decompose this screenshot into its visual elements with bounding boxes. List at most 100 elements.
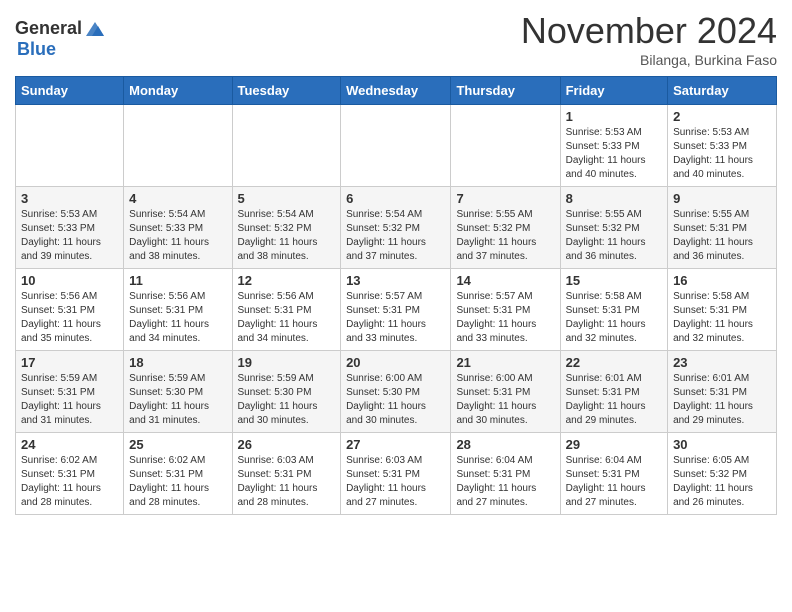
day-number: 23 [673,355,771,370]
day-info: Sunrise: 5:55 AM Sunset: 5:32 PM Dayligh… [566,208,662,264]
day-number: 2 [673,109,771,124]
calendar-cell: 20 Sunrise: 6:00 AM Sunset: 5:30 PM Dayli… [341,351,451,433]
day-number: 3 [21,191,118,206]
calendar-cell: 30Sunrise: 6:05 AM Sunset: 5:32 PM Dayli… [668,433,777,515]
day-info: Sunrise: 5:57 AM Sunset: 5:31 PM Dayligh… [346,290,445,346]
day-number: 26 [238,437,336,452]
day-info: Sunrise: 6:00 AM Sunset: 5:30 PM Dayligh… [346,372,445,428]
day-number: 16 [673,273,771,288]
calendar-header-thursday: Thursday [451,77,560,105]
day-info: Sunrise: 5:53 AM Sunset: 5:33 PM Dayligh… [566,126,662,182]
calendar-cell: 3 Sunrise: 5:53 AM Sunset: 5:33 PM Daylig… [16,187,124,269]
calendar-cell: 2 Sunrise: 5:53 AM Sunset: 5:33 PM Daylig… [668,105,777,187]
day-number: 27 [346,437,445,452]
calendar-cell: 8 Sunrise: 5:55 AM Sunset: 5:32 PM Daylig… [560,187,667,269]
day-number: 5 [238,191,336,206]
day-info: Sunrise: 5:53 AM Sunset: 5:33 PM Dayligh… [673,126,771,182]
day-info: Sunrise: 5:58 AM Sunset: 5:31 PM Dayligh… [566,290,662,346]
calendar-cell: 21Sunrise: 6:00 AM Sunset: 5:31 PM Dayli… [451,351,560,433]
day-info: Sunrise: 6:01 AM Sunset: 5:31 PM Dayligh… [566,372,662,428]
calendar-cell [451,105,560,187]
calendar-cell: 1 Sunrise: 5:53 AM Sunset: 5:33 PM Daylig… [560,105,667,187]
calendar-week-4: 17 Sunrise: 5:59 AM Sunset: 5:31 PM Dayli… [16,351,777,433]
day-number: 14 [456,273,554,288]
day-number: 18 [129,355,226,370]
day-info: Sunrise: 6:02 AM Sunset: 5:31 PM Dayligh… [21,454,118,510]
calendar-cell: 14 Sunrise: 5:57 AM Sunset: 5:31 PM Dayli… [451,269,560,351]
calendar-cell: 15 Sunrise: 5:58 AM Sunset: 5:31 PM Dayli… [560,269,667,351]
logo-icon [84,18,106,40]
day-info: Sunrise: 5:58 AM Sunset: 5:31 PM Dayligh… [673,290,771,346]
calendar-cell: 5 Sunrise: 5:54 AM Sunset: 5:32 PM Daylig… [232,187,341,269]
day-number: 13 [346,273,445,288]
calendar-cell: 19 Sunrise: 5:59 AM Sunset: 5:30 PM Dayli… [232,351,341,433]
day-info: Sunrise: 5:55 AM Sunset: 5:31 PM Dayligh… [673,208,771,264]
day-info: Sunrise: 5:54 AM Sunset: 5:32 PM Dayligh… [346,208,445,264]
location-subtitle: Bilanga, Burkina Faso [521,52,777,68]
page: General Blue November 2024 Bilanga, Burk… [0,0,792,530]
calendar-cell: 24Sunrise: 6:02 AM Sunset: 5:31 PM Dayli… [16,433,124,515]
day-info: Sunrise: 5:59 AM Sunset: 5:30 PM Dayligh… [238,372,336,428]
day-number: 19 [238,355,336,370]
day-info: Sunrise: 6:04 AM Sunset: 5:31 PM Dayligh… [566,454,662,510]
calendar-cell: 26Sunrise: 6:03 AM Sunset: 5:31 PM Dayli… [232,433,341,515]
calendar-cell [124,105,232,187]
calendar-header-saturday: Saturday [668,77,777,105]
day-info: Sunrise: 6:02 AM Sunset: 5:31 PM Dayligh… [129,454,226,510]
day-info: Sunrise: 5:56 AM Sunset: 5:31 PM Dayligh… [129,290,226,346]
calendar-cell: 17 Sunrise: 5:59 AM Sunset: 5:31 PM Dayli… [16,351,124,433]
calendar-week-1: 1 Sunrise: 5:53 AM Sunset: 5:33 PM Daylig… [16,105,777,187]
day-number: 20 [346,355,445,370]
day-number: 29 [566,437,662,452]
calendar-header-row: SundayMondayTuesdayWednesdayThursdayFrid… [16,77,777,105]
day-number: 1 [566,109,662,124]
day-info: Sunrise: 5:57 AM Sunset: 5:31 PM Dayligh… [456,290,554,346]
day-info: Sunrise: 5:59 AM Sunset: 5:31 PM Dayligh… [21,372,118,428]
day-info: Sunrise: 5:56 AM Sunset: 5:31 PM Dayligh… [21,290,118,346]
calendar-cell [232,105,341,187]
calendar-week-5: 24Sunrise: 6:02 AM Sunset: 5:31 PM Dayli… [16,433,777,515]
calendar-cell: 11 Sunrise: 5:56 AM Sunset: 5:31 PM Dayli… [124,269,232,351]
calendar-header-wednesday: Wednesday [341,77,451,105]
calendar-cell [16,105,124,187]
day-number: 4 [129,191,226,206]
day-number: 25 [129,437,226,452]
day-info: Sunrise: 5:53 AM Sunset: 5:33 PM Dayligh… [21,208,118,264]
day-number: 28 [456,437,554,452]
day-info: Sunrise: 5:56 AM Sunset: 5:31 PM Dayligh… [238,290,336,346]
calendar: SundayMondayTuesdayWednesdayThursdayFrid… [15,76,777,515]
calendar-cell: 16 Sunrise: 5:58 AM Sunset: 5:31 PM Dayli… [668,269,777,351]
calendar-header-tuesday: Tuesday [232,77,341,105]
calendar-cell: 23 Sunrise: 6:01 AM Sunset: 5:31 PM Dayli… [668,351,777,433]
title-section: November 2024 Bilanga, Burkina Faso [521,10,777,68]
day-info: Sunrise: 5:59 AM Sunset: 5:30 PM Dayligh… [129,372,226,428]
day-number: 15 [566,273,662,288]
calendar-cell: 22Sunrise: 6:01 AM Sunset: 5:31 PM Dayli… [560,351,667,433]
day-info: Sunrise: 6:05 AM Sunset: 5:32 PM Dayligh… [673,454,771,510]
day-number: 11 [129,273,226,288]
day-info: Sunrise: 6:03 AM Sunset: 5:31 PM Dayligh… [346,454,445,510]
calendar-cell: 9Sunrise: 5:55 AM Sunset: 5:31 PM Daylig… [668,187,777,269]
calendar-week-3: 10Sunrise: 5:56 AM Sunset: 5:31 PM Dayli… [16,269,777,351]
day-info: Sunrise: 5:54 AM Sunset: 5:32 PM Dayligh… [238,208,336,264]
day-info: Sunrise: 6:01 AM Sunset: 5:31 PM Dayligh… [673,372,771,428]
logo: General Blue [15,18,106,60]
calendar-cell [341,105,451,187]
logo-blue: Blue [17,39,56,59]
calendar-cell: 10Sunrise: 5:56 AM Sunset: 5:31 PM Dayli… [16,269,124,351]
day-info: Sunrise: 6:04 AM Sunset: 5:31 PM Dayligh… [456,454,554,510]
month-title: November 2024 [521,10,777,52]
day-number: 8 [566,191,662,206]
day-info: Sunrise: 5:55 AM Sunset: 5:32 PM Dayligh… [456,208,554,264]
calendar-cell: 29 Sunrise: 6:04 AM Sunset: 5:31 PM Dayli… [560,433,667,515]
calendar-cell: 4Sunrise: 5:54 AM Sunset: 5:33 PM Daylig… [124,187,232,269]
calendar-week-2: 3 Sunrise: 5:53 AM Sunset: 5:33 PM Daylig… [16,187,777,269]
day-number: 17 [21,355,118,370]
calendar-header-friday: Friday [560,77,667,105]
calendar-cell: 7Sunrise: 5:55 AM Sunset: 5:32 PM Daylig… [451,187,560,269]
calendar-cell: 25 Sunrise: 6:02 AM Sunset: 5:31 PM Dayli… [124,433,232,515]
header: General Blue November 2024 Bilanga, Burk… [15,10,777,68]
day-number: 6 [346,191,445,206]
calendar-cell: 13 Sunrise: 5:57 AM Sunset: 5:31 PM Dayli… [341,269,451,351]
calendar-header-monday: Monday [124,77,232,105]
